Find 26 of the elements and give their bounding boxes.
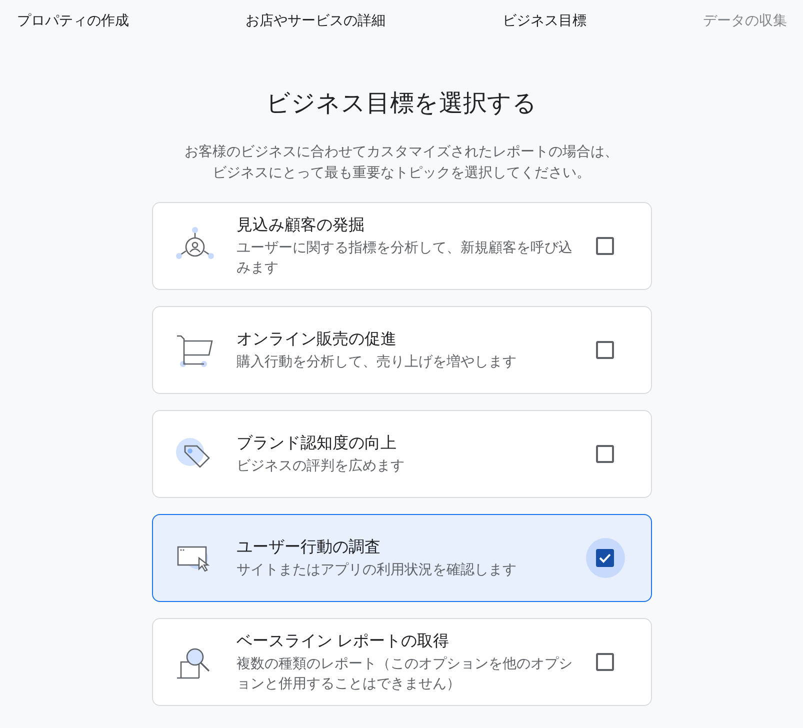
- checkbox[interactable]: [596, 237, 614, 255]
- goal-card[interactable]: オンライン販売の促進 購入行動を分析して、売り上げを増やします: [152, 306, 652, 394]
- step-label: お店やサービスの詳細: [246, 12, 386, 30]
- goal-description: サイトまたはアプリの利用状況を確認します: [236, 560, 518, 579]
- goal-title: 見込み顧客の発掘: [236, 216, 366, 236]
- goal-title: オンライン販売の促進: [236, 330, 398, 350]
- goal-description: 購入行動を分析して、売り上げを増やします: [236, 352, 518, 371]
- page-description: お客様のビジネスに合わせてカスタマイズされたレポートの場合は、ビジネスにとって最も重要なトピックを選択してください。: [184, 142, 620, 182]
- goal-card[interactable]: ユーザー行動の調査 サイトまたはアプリの利用状況を確認します: [152, 514, 652, 602]
- checkbox[interactable]: [596, 653, 614, 671]
- goal-description: ユーザーに関する指標を分析して、新規顧客を呼び込みます: [236, 238, 574, 277]
- goal-description: ビジネスの評判を広めます: [236, 456, 406, 475]
- checkbox[interactable]: [596, 341, 614, 359]
- step-label: プロパティの作成: [17, 12, 129, 30]
- step-label: データの収集: [702, 12, 787, 30]
- goal-title: ブランド認知度の向上: [236, 434, 398, 454]
- goal-card[interactable]: ベースライン レポートの取得 複数の種類のレポート（このオプションを他のオプションと併用することはできません）: [152, 618, 652, 706]
- page-heading: ビジネス目標を選択する: [266, 89, 537, 119]
- goal-description: 複数の種類のレポート（このオプションを他のオプションと併用することはできません）: [236, 654, 574, 693]
- step-label: ビジネス目標: [502, 12, 586, 30]
- goal-title: ベースライン レポートの取得: [236, 632, 450, 652]
- goal-title: ユーザー行動の調査: [236, 538, 382, 558]
- checkbox[interactable]: [596, 549, 614, 567]
- goal-card[interactable]: ブランド認知度の向上 ビジネスの評判を広めます: [152, 410, 652, 498]
- checkbox[interactable]: [596, 445, 614, 463]
- goal-card[interactable]: 見込み顧客の発掘 ユーザーに関する指標を分析して、新規顧客を呼び込みます: [152, 202, 652, 290]
